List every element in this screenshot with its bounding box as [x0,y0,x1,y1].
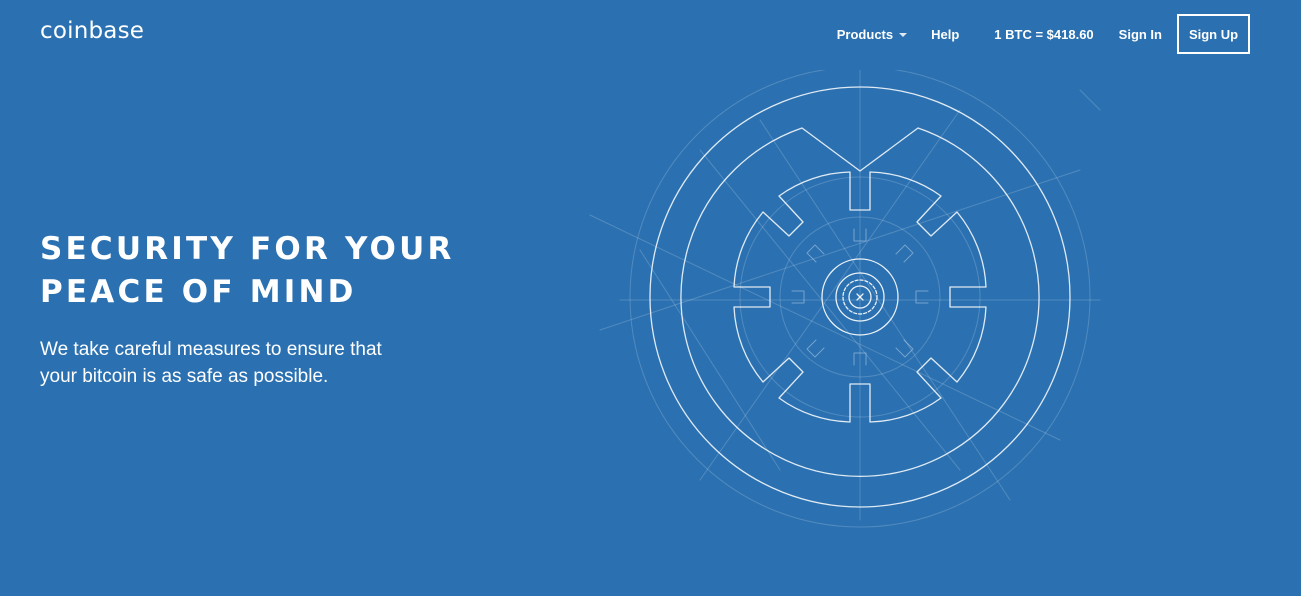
hero-title-line-2: PEACE OF MIND [40,274,357,310]
coinbase-logo[interactable]: coinbase [40,18,144,44]
page: coinbase Products Help 1 BTC = $418.60 S… [0,0,1301,596]
nav-products-label: Products [836,26,894,42]
hero-title-line-1: SECURITY FOR YOUR [40,231,455,267]
nav-help-link[interactable]: Help [931,27,959,42]
nav-signin-link[interactable]: Sign In [1119,27,1162,42]
hero-subtitle: We take careful measures to ensure that … [40,336,460,390]
signup-button[interactable]: Sign Up [1177,14,1250,54]
hero-subtitle-line-1: We take careful measures to ensure that [40,339,382,360]
hero-subtitle-line-2: your bitcoin is as safe as possible. [40,366,329,387]
top-nav: Products Help 1 BTC = $418.60 Sign In Si… [837,14,1250,54]
hero-title: SECURITY FOR YOUR PEACE OF MIND [40,228,455,314]
nav-products-dropdown[interactable]: Products [836,26,908,42]
vault-illustration [589,70,1101,528]
btc-price: 1 BTC = $418.60 [994,26,1094,42]
caret-down-icon [899,32,908,37]
